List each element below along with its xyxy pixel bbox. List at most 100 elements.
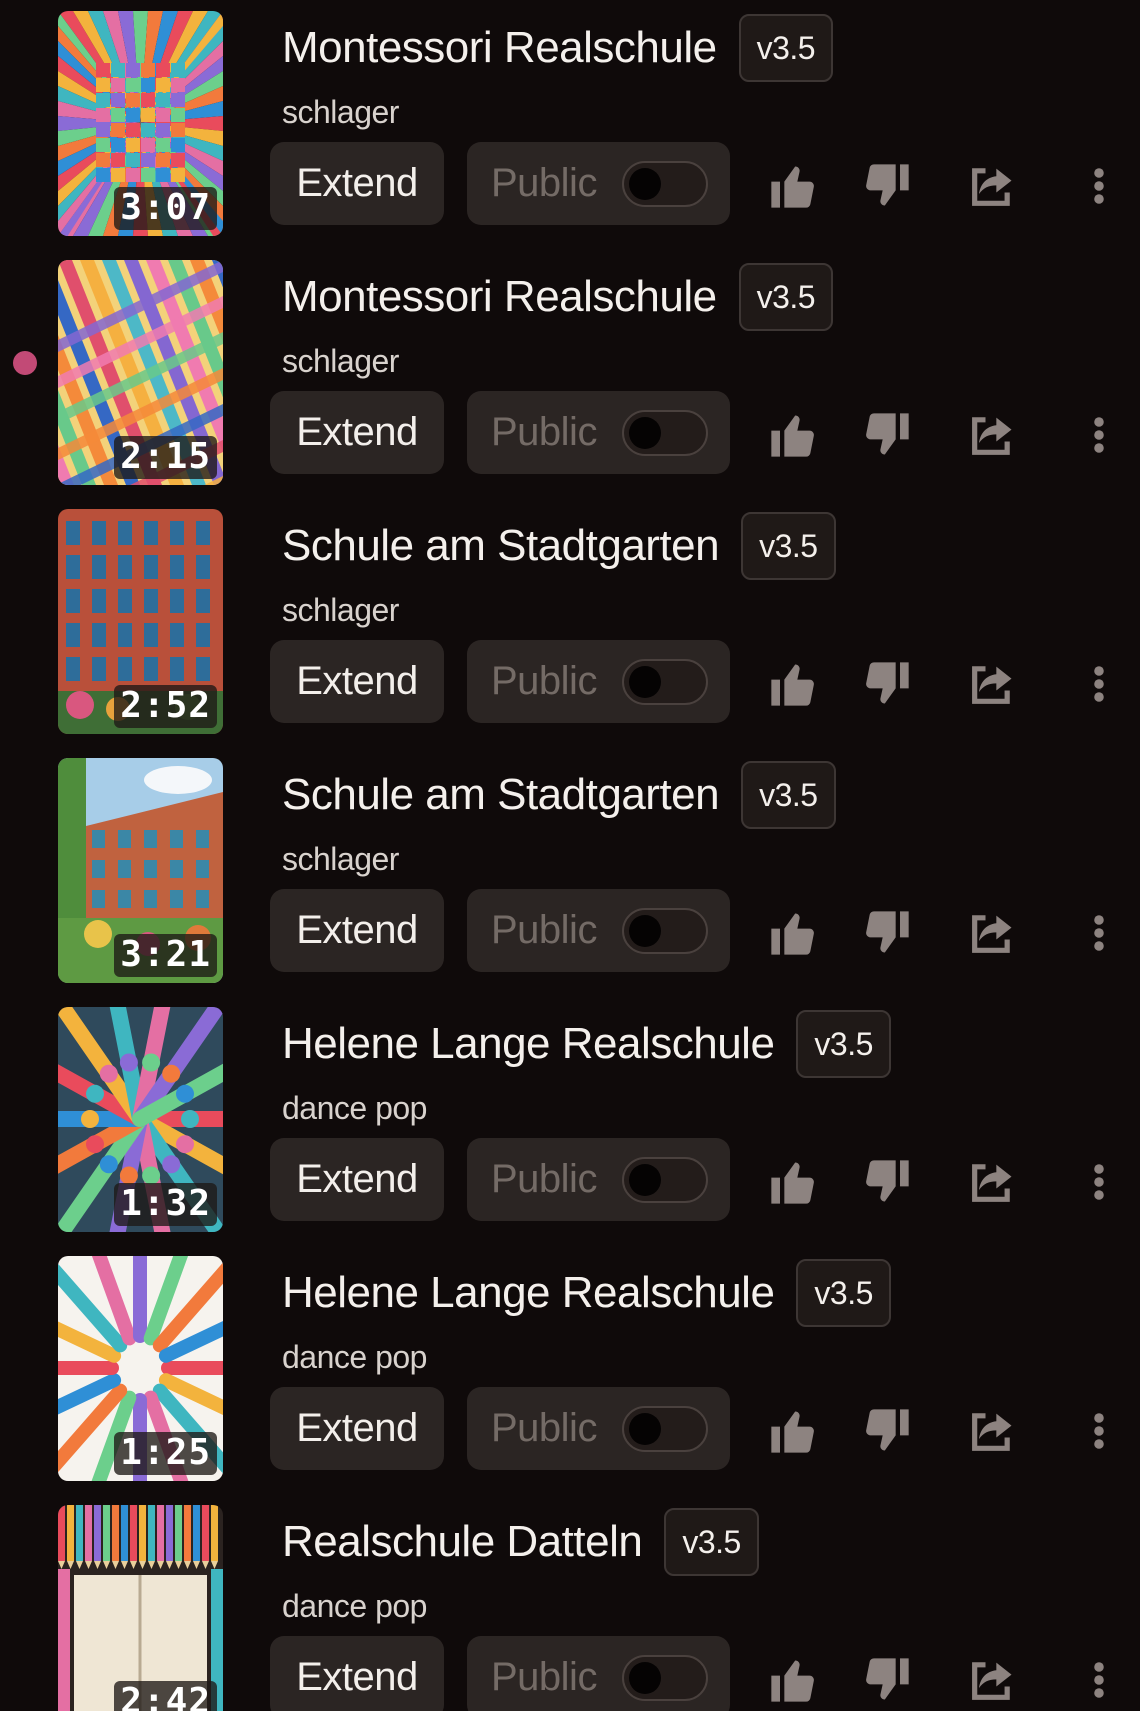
version-badge: v3.5	[796, 1259, 891, 1327]
toggle-switch[interactable]	[622, 908, 708, 954]
toggle-knob	[629, 666, 661, 698]
song-genre[interactable]: schlager	[282, 92, 399, 132]
public-toggle[interactable]: Public	[467, 391, 730, 474]
share-icon	[966, 658, 1018, 710]
thumbs-up-icon	[767, 907, 819, 959]
extend-button[interactable]: Extend	[270, 1387, 444, 1470]
more-options-button[interactable]	[1081, 907, 1117, 959]
toggle-switch[interactable]	[622, 659, 708, 705]
toggle-knob	[629, 417, 661, 449]
toggle-switch[interactable]	[622, 1406, 708, 1452]
duration-label: 2:52	[114, 685, 217, 728]
share-button[interactable]	[966, 1156, 1018, 1208]
dislike-button[interactable]	[861, 907, 913, 959]
share-icon	[966, 1156, 1018, 1208]
share-icon	[966, 160, 1018, 212]
song-genre[interactable]: dance pop	[282, 1337, 427, 1377]
more-options-button[interactable]	[1081, 1156, 1117, 1208]
song-genre[interactable]: schlager	[282, 341, 399, 381]
song-genre[interactable]: schlager	[282, 590, 399, 630]
toggle-knob	[629, 1662, 661, 1694]
like-button[interactable]	[767, 907, 819, 959]
toggle-switch[interactable]	[622, 1655, 708, 1701]
like-button[interactable]	[767, 160, 819, 212]
public-toggle[interactable]: Public	[467, 1387, 730, 1470]
like-button[interactable]	[767, 1405, 819, 1457]
extend-button[interactable]: Extend	[270, 640, 444, 723]
share-button[interactable]	[966, 1654, 1018, 1706]
more-options-icon	[1081, 907, 1117, 959]
public-label: Public	[491, 161, 597, 205]
public-label: Public	[491, 1655, 597, 1699]
song-thumbnail[interactable]: 1:25	[58, 1256, 223, 1481]
share-button[interactable]	[966, 658, 1018, 710]
thumbs-down-icon	[861, 907, 913, 959]
like-button[interactable]	[767, 1156, 819, 1208]
dislike-button[interactable]	[861, 1405, 913, 1457]
toggle-switch[interactable]	[622, 1157, 708, 1203]
public-toggle[interactable]: Public	[467, 640, 730, 723]
dislike-button[interactable]	[861, 1654, 913, 1706]
share-button[interactable]	[966, 409, 1018, 461]
public-toggle[interactable]: Public	[467, 889, 730, 972]
song-genre[interactable]: dance pop	[282, 1088, 427, 1128]
more-options-button[interactable]	[1081, 1654, 1117, 1706]
extend-button[interactable]: Extend	[270, 1636, 444, 1711]
dislike-button[interactable]	[861, 409, 913, 461]
extend-button[interactable]: Extend	[270, 391, 444, 474]
song-title[interactable]: Schule am Stadtgarten	[282, 768, 720, 822]
version-badge: v3.5	[664, 1508, 759, 1576]
public-toggle[interactable]: Public	[467, 1636, 730, 1711]
like-button[interactable]	[767, 658, 819, 710]
share-button[interactable]	[966, 1405, 1018, 1457]
public-toggle[interactable]: Public	[467, 142, 730, 225]
song-title[interactable]: Schule am Stadtgarten	[282, 519, 720, 573]
song-genre[interactable]: dance pop	[282, 1586, 427, 1626]
song-title[interactable]: Montessori Realschule	[282, 270, 717, 324]
song-genre[interactable]: schlager	[282, 839, 399, 879]
share-button[interactable]	[966, 160, 1018, 212]
toggle-switch[interactable]	[622, 410, 708, 456]
share-button[interactable]	[966, 907, 1018, 959]
version-badge: v3.5	[738, 14, 834, 82]
thumbs-down-icon	[861, 1405, 913, 1457]
more-options-icon	[1081, 409, 1117, 461]
song-thumbnail[interactable]: 2:15	[58, 260, 223, 485]
share-icon	[966, 1654, 1018, 1706]
song-thumbnail[interactable]: 3:07	[58, 11, 223, 236]
toggle-knob	[629, 1164, 661, 1196]
song-row: 2:15 Montessori Realschule v3.5 schlager Ext…	[0, 249, 1140, 498]
more-options-button[interactable]	[1081, 1405, 1117, 1457]
song-title[interactable]: Montessori Realschule	[282, 21, 717, 75]
public-toggle[interactable]: Public	[467, 1138, 730, 1221]
public-label: Public	[491, 1406, 597, 1450]
like-button[interactable]	[767, 409, 819, 461]
song-thumbnail[interactable]: 2:42	[58, 1505, 223, 1711]
toggle-knob	[629, 915, 661, 947]
title-line: Schule am Stadtgarten v3.5	[282, 512, 836, 580]
now-playing-indicator	[13, 351, 37, 375]
toggle-switch[interactable]	[622, 161, 708, 207]
thumbs-down-icon	[861, 1156, 913, 1208]
song-thumbnail[interactable]: 1:32	[58, 1007, 223, 1232]
song-title[interactable]: Helene Lange Realschule	[282, 1017, 775, 1071]
version-badge: v3.5	[796, 1010, 891, 1078]
extend-button[interactable]: Extend	[270, 1138, 444, 1221]
dislike-button[interactable]	[861, 160, 913, 212]
song-thumbnail[interactable]: 3:21	[58, 758, 223, 983]
song-title[interactable]: Realschule Datteln	[282, 1515, 643, 1569]
dislike-button[interactable]	[861, 658, 913, 710]
song-title[interactable]: Helene Lange Realschule	[282, 1266, 775, 1320]
like-button[interactable]	[767, 1654, 819, 1706]
more-options-button[interactable]	[1081, 160, 1117, 212]
extend-button[interactable]: Extend	[270, 142, 444, 225]
more-options-button[interactable]	[1081, 658, 1117, 710]
more-options-button[interactable]	[1081, 409, 1117, 461]
song-thumbnail[interactable]: 2:52	[58, 509, 223, 734]
thumbs-up-icon	[767, 1654, 819, 1706]
dislike-button[interactable]	[861, 1156, 913, 1208]
duration-label: 3:21	[114, 934, 217, 977]
title-line: Helene Lange Realschule v3.5	[282, 1010, 891, 1078]
extend-button[interactable]: Extend	[270, 889, 444, 972]
song-row: 2:42 Realschule Datteln v3.5 dance pop Exten…	[0, 1494, 1140, 1711]
